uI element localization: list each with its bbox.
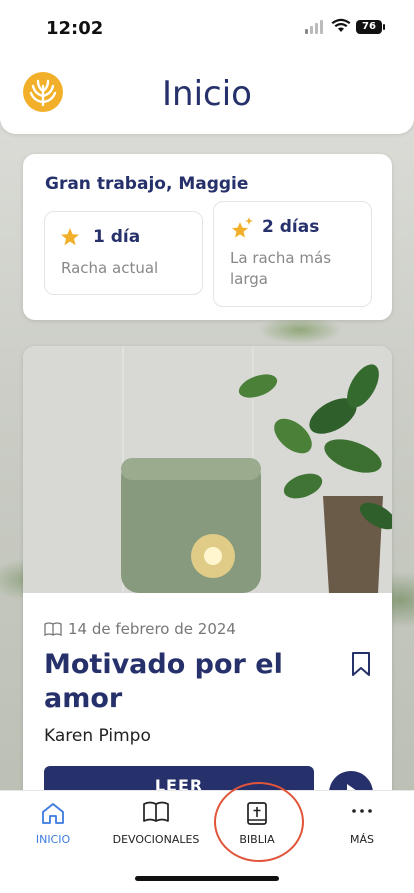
- tab-inicio[interactable]: INICIO: [3, 791, 103, 861]
- home-indicator: [135, 876, 279, 881]
- current-streak-label: Racha actual: [61, 259, 159, 277]
- battery-icon: 76: [356, 20, 385, 34]
- open-book-icon: [143, 801, 169, 822]
- longest-streak-box: 2 días La racha más larga: [213, 201, 372, 307]
- greeting: Gran trabajo, Maggie: [45, 174, 249, 194]
- page-title: Inicio: [162, 74, 252, 114]
- open-book-icon: [44, 622, 62, 636]
- tab-label-devocionales: DEVOCIONALES: [112, 833, 200, 846]
- tab-label-inicio: INICIO: [35, 833, 71, 846]
- streak-card: Gran trabajo, Maggie 1 día Racha actual …: [23, 154, 392, 320]
- highlight-annotation-circle: [214, 782, 304, 862]
- tab-label-mas: MÁS: [350, 833, 374, 846]
- more-dots-icon: [352, 809, 372, 813]
- status-bar: 12:02 76: [0, 0, 414, 60]
- devotional-image: [23, 346, 392, 593]
- longest-streak-label: La racha más larga: [230, 249, 332, 288]
- devotional-date-text: 14 de febrero de 2024: [68, 620, 236, 638]
- star-icon: [61, 228, 79, 246]
- tab-devocionales[interactable]: DEVOCIONALES: [106, 791, 206, 861]
- home-icon: [42, 803, 64, 824]
- tab-mas[interactable]: MÁS: [312, 791, 412, 861]
- bookmark-icon[interactable]: [351, 652, 371, 676]
- longest-streak-value: 2 días: [262, 217, 320, 237]
- devotional-card[interactable]: 14 de febrero de 2024 Motivado por el am…: [23, 346, 392, 826]
- current-streak-box: 1 día Racha actual: [44, 211, 203, 295]
- devotional-author: Karen Pimpo: [44, 726, 151, 746]
- wifi-icon: [331, 18, 351, 32]
- status-time: 12:02: [46, 18, 104, 39]
- candle-plant-illustration: [23, 346, 392, 593]
- devotional-date: 14 de febrero de 2024: [44, 620, 236, 638]
- sparkle-star-icon: [232, 217, 253, 238]
- signal-icon: [305, 20, 323, 34]
- current-streak-value: 1 día: [93, 227, 141, 247]
- devotional-title[interactable]: Motivado por el amor: [44, 648, 344, 716]
- header: 12:02 76 Inicio: [0, 0, 414, 134]
